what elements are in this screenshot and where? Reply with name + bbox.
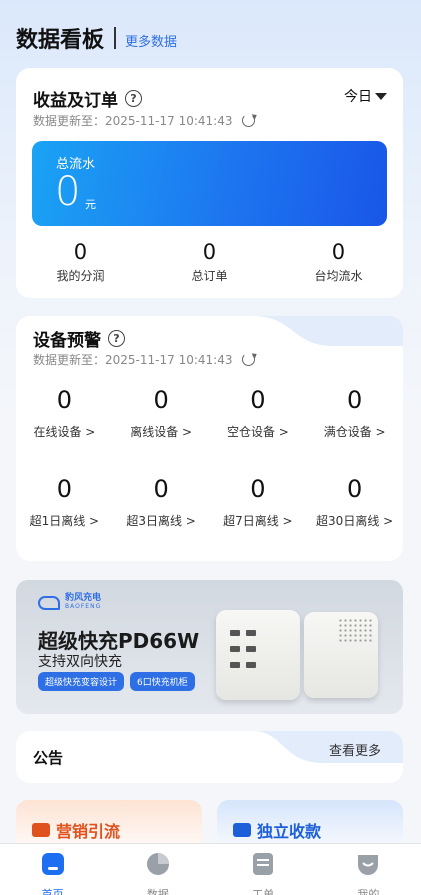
banner-chips: 超级快充变容设计 6口快充机柜 [38, 672, 201, 691]
update-prefix: 数据更新至： [33, 353, 106, 367]
profile-icon [358, 855, 379, 875]
stat-my-share[interactable]: 0 我的分润 [16, 240, 145, 284]
banner-chip: 超级快充变容设计 [38, 672, 125, 691]
update-prefix: 数据更新至： [33, 114, 106, 128]
cell-label: 超1日离线 > [29, 514, 100, 528]
period-value: 今日 [344, 89, 372, 105]
notice-title: 公告 [33, 749, 64, 767]
banner-chip: 6口快充机柜 [130, 672, 195, 691]
marketing-title-row: 营销引流 [32, 818, 120, 842]
cell-label: 离线设备 > [130, 425, 193, 439]
page-title: 数据看板 [16, 28, 105, 53]
cell-value: 0 [346, 475, 363, 503]
online-devices[interactable]: 0 在线设备 > [16, 386, 113, 440]
help-icon[interactable]: ? [125, 90, 142, 107]
revenue-update-row: 数据更新至： 2025-11-17 10:41:43 [33, 112, 256, 129]
cell-value: 0 [346, 386, 363, 414]
tab-label: 数据 [146, 888, 169, 895]
marketing-title: 营销引流 [56, 822, 121, 841]
tab-label: 工单 [252, 888, 275, 895]
cell-value: 0 [250, 386, 266, 414]
stat-avg-flow[interactable]: 0 台均流水 [274, 240, 403, 284]
cell-value: 0 [153, 386, 169, 414]
notice-see-more[interactable]: 查看更多 [329, 740, 381, 759]
cell-value: 0 [250, 475, 266, 503]
total-flow-unit: 元 [85, 198, 96, 211]
offline-7d[interactable]: 0 超7日离线 > [210, 475, 307, 529]
caret-down-icon [375, 92, 387, 100]
more-data-link[interactable]: 更多数据 [125, 31, 177, 50]
stat-label: 我的分润 [56, 269, 105, 283]
payment-title-row: 独立收款 [233, 818, 321, 842]
notice-card: 公告 查看更多 [16, 731, 403, 783]
stat-label: 总订单 [191, 269, 228, 283]
revenue-orders-card: 收益及订单 ? 今日 数据更新至： 2025-11-17 10:41:43 总流… [16, 68, 403, 298]
total-flow-value: 0 [55, 169, 81, 215]
brand-mark-icon [38, 595, 60, 610]
tab-workorder[interactable]: 工单 [211, 844, 316, 895]
update-time: 2025-11-17 10:41:43 [105, 352, 233, 367]
cell-value: 0 [56, 475, 73, 503]
full-devices[interactable]: 0 满仓设备 > [306, 386, 403, 440]
offline-3d[interactable]: 0 超3日离线 > [113, 475, 210, 529]
tab-label: 首页 [41, 888, 64, 895]
offline-devices[interactable]: 0 离线设备 > [113, 386, 210, 440]
brand-name-en: BAOFENG [65, 603, 102, 610]
banner-subtitle: 支持双向快充 [38, 654, 122, 670]
card-decoration [253, 316, 403, 346]
charger-cabinet-image [216, 610, 300, 700]
cell-value: 0 [153, 475, 169, 503]
cell-label: 超3日离线 > [126, 514, 196, 528]
device-warning-card: 设备预警 ? 数据更新至： 2025-11-17 10:41:43 0 在线设备… [16, 316, 403, 561]
stat-label: 台均流水 [314, 269, 363, 283]
bottom-tab-bar: 首页 数据 工单 我的 [0, 843, 421, 895]
tab-profile[interactable]: 我的 [316, 844, 421, 895]
period-dropdown[interactable]: 今日 [344, 86, 387, 106]
home-icon [41, 853, 64, 875]
device-title: 设备预警 [33, 331, 101, 351]
empty-devices[interactable]: 0 空仓设备 > [210, 386, 307, 440]
stat-value: 0 [202, 240, 217, 264]
banner-title: 超级快充PD66W [38, 629, 200, 653]
refresh-icon[interactable] [242, 353, 256, 366]
cell-label: 超30日离线 > [316, 514, 394, 528]
stat-value: 0 [331, 240, 346, 264]
cell-value: 0 [56, 386, 73, 414]
device-row-1: 0 在线设备 > 0 离线设备 > 0 空仓设备 > 0 满仓设备 > [16, 386, 403, 440]
total-flow-panel[interactable]: 总流水 0 元 [32, 141, 387, 226]
charger-cabinet-back-image [304, 612, 378, 698]
tab-data[interactable]: 数据 [105, 844, 210, 895]
device-title-row: 设备预警 ? [33, 326, 125, 351]
update-time: 2025-11-17 10:41:43 [105, 113, 233, 128]
brand-name: 豹风充电 [65, 593, 102, 603]
stat-value: 0 [73, 240, 88, 264]
offline-30d[interactable]: 0 超30日离线 > [306, 475, 403, 529]
revenue-stats: 0 我的分润 0 总订单 0 台均流水 [16, 240, 403, 284]
stat-total-orders[interactable]: 0 总订单 [145, 240, 274, 284]
pie-chart-icon [146, 853, 169, 875]
revenue-title-row: 收益及订单 ? [33, 86, 142, 111]
brand-logo: 豹风充电 BAOFENG [38, 594, 101, 611]
device-row-2: 0 超1日离线 > 0 超3日离线 > 0 超7日离线 > 0 超30日离线 > [16, 475, 403, 529]
wallet-icon [233, 823, 251, 837]
promo-banner[interactable]: 豹风充电 BAOFENG 超级快充PD66W 支持双向快充 超级快充变容设计 6… [16, 580, 403, 714]
revenue-title: 收益及订单 [33, 91, 118, 111]
refresh-icon[interactable] [242, 114, 256, 127]
cell-label: 空仓设备 > [226, 425, 289, 439]
document-icon [253, 853, 274, 875]
page-header: 数据看板 更多数据 [16, 22, 177, 54]
tab-label: 我的 [357, 888, 380, 895]
payment-title: 独立收款 [257, 822, 322, 841]
cell-label: 超7日离线 > [223, 514, 293, 528]
cell-label: 在线设备 > [33, 425, 96, 439]
tab-home[interactable]: 首页 [0, 844, 105, 895]
chart-icon [32, 823, 50, 837]
cell-label: 满仓设备 > [323, 425, 386, 439]
help-icon[interactable]: ? [108, 330, 125, 347]
offline-1d[interactable]: 0 超1日离线 > [16, 475, 113, 529]
device-update-row: 数据更新至： 2025-11-17 10:41:43 [33, 351, 256, 368]
title-divider [114, 27, 117, 49]
